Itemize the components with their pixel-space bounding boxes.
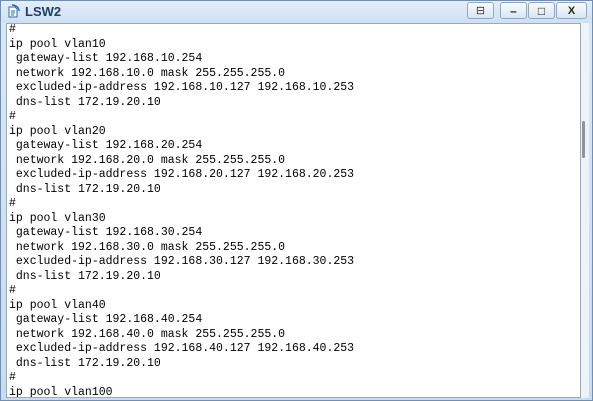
terminal-window: LSW2 ⊟ – □ X # ip pool vlan10 gateway-lis… [0, 0, 593, 401]
terminal-line: dns-list 172.19.20.10 [9, 269, 161, 283]
terminal-line: # [9, 23, 16, 36]
minimize-icon: – [510, 3, 517, 18]
vertical-scrollbar[interactable] [581, 23, 589, 398]
terminal-lines: # ip pool vlan10 gateway-list 192.168.10.… [9, 23, 355, 398]
close-icon: X [567, 4, 576, 17]
terminal-line: network 192.168.20.0 mask 255.255.255.0 [9, 153, 286, 167]
maximize-icon: □ [537, 3, 546, 18]
terminal-line: gateway-list 192.168.40.254 [9, 313, 203, 326]
window-title: LSW2 [25, 4, 62, 19]
terminal-line: ip pool vlan40 [9, 298, 106, 312]
close-button[interactable]: X [556, 2, 587, 19]
terminal-line: excluded-ip-address 192.168.40.127 192.1… [9, 342, 355, 355]
terminal-line: excluded-ip-address 192.168.30.127 192.1… [9, 255, 355, 268]
terminal-line: gateway-list 192.168.20.254 [9, 139, 203, 152]
terminal-line: # [9, 371, 16, 384]
terminal-line: ip pool vlan20 [9, 124, 106, 138]
terminal-line: dns-list 172.19.20.10 [9, 95, 161, 109]
layout-icon: ⊟ [475, 5, 486, 17]
maximize-button[interactable]: □ [528, 2, 555, 19]
title-bar[interactable]: LSW2 ⊟ – □ X [1, 1, 592, 23]
terminal-line: network 192.168.40.0 mask 255.255.255.0 [9, 327, 286, 341]
terminal-line: # [9, 284, 16, 297]
terminal-line: ip pool vlan100 [9, 385, 113, 398]
switch-app-icon [6, 4, 22, 20]
scrollbar-thumb[interactable] [582, 121, 585, 158]
terminal-line: excluded-ip-address 192.168.20.127 192.1… [9, 168, 355, 181]
minimize-button[interactable]: – [500, 2, 527, 19]
terminal-line: network 192.168.10.0 mask 255.255.255.0 [9, 66, 286, 80]
terminal-line: excluded-ip-address 192.168.10.127 192.1… [9, 81, 355, 94]
terminal-line: network 192.168.30.0 mask 255.255.255.0 [9, 240, 286, 254]
restore-layout-button[interactable]: ⊟ [467, 2, 494, 19]
terminal-output[interactable]: # ip pool vlan10 gateway-list 192.168.10.… [6, 23, 581, 398]
terminal-line: dns-list 172.19.20.10 [9, 356, 161, 370]
terminal-line: ip pool vlan30 [9, 211, 106, 225]
terminal-line: gateway-list 192.168.30.254 [9, 226, 203, 239]
terminal-line: gateway-list 192.168.10.254 [9, 52, 203, 65]
terminal-line: dns-list 172.19.20.10 [9, 182, 161, 196]
terminal-line: # [9, 197, 16, 210]
terminal-line: ip pool vlan10 [9, 37, 106, 51]
terminal-line: # [9, 110, 16, 123]
